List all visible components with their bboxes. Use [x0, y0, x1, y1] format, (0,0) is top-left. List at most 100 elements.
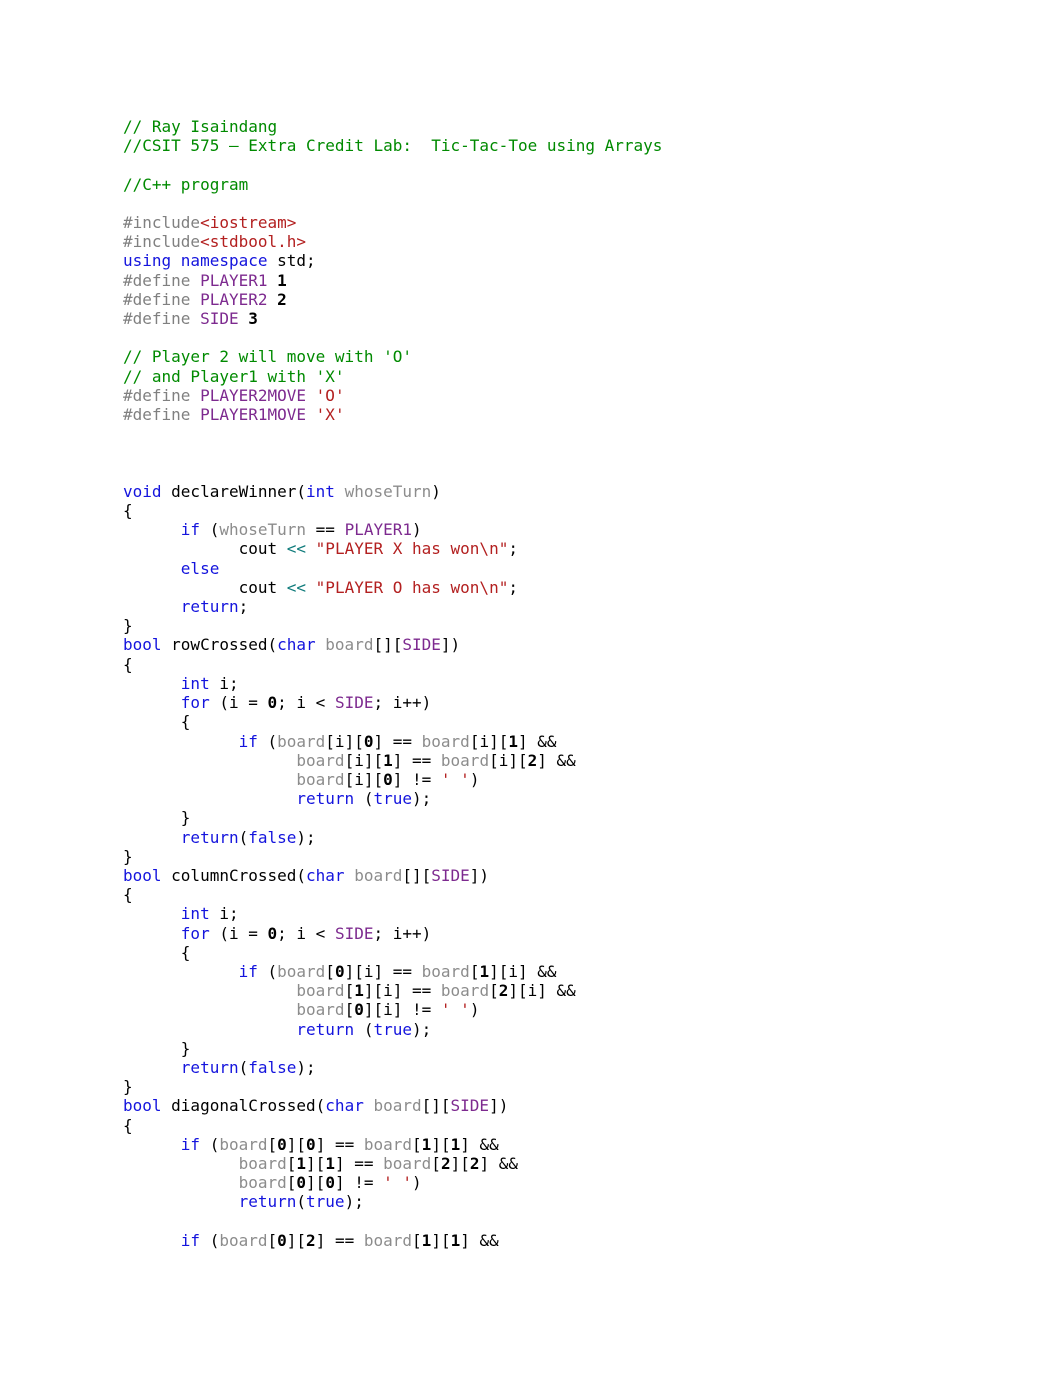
- code-line: int i;: [123, 674, 1023, 693]
- code-token-pun: [i][: [344, 769, 384, 789]
- code-token-pun: }: [123, 1077, 133, 1097]
- code-token-pun: ][i] ==: [344, 961, 422, 981]
- code-token-num: 3: [248, 309, 258, 329]
- code-line: #include<stdbool.h>: [123, 232, 1023, 251]
- code-token-kw: true: [373, 789, 412, 809]
- code-token-num: 0: [306, 1134, 316, 1154]
- code-token-id: board: [296, 769, 345, 789]
- document-page: // Ray Isaindang//CSIT 575 – Extra Credi…: [0, 0, 1062, 1377]
- code-token-num: 2: [277, 289, 287, 309]
- code-token-pun: (: [354, 789, 374, 809]
- code-token-str: ' ': [383, 1173, 413, 1193]
- code-token-pun: [][: [373, 635, 403, 655]
- code-line: {: [123, 655, 1023, 674]
- code-token-pun: (: [200, 1134, 220, 1154]
- code-token-pun: ==: [306, 520, 345, 540]
- code-token-pun: ] &&: [460, 1134, 499, 1154]
- code-line: // Player 2 will move with 'O': [123, 347, 1023, 366]
- code-token-id: board: [315, 635, 374, 655]
- code-token-pun: (: [257, 961, 278, 981]
- code-token-pun: [123, 1020, 296, 1039]
- code-line: return;: [123, 597, 1023, 616]
- code-line: using namespace std;: [123, 251, 1023, 270]
- code-line: if (board[0][2] == board[1][1] &&: [123, 1231, 1023, 1250]
- code-token-id: board: [296, 750, 345, 770]
- code-token-pun: [123, 1192, 239, 1211]
- code-token-pun: [123, 1135, 181, 1154]
- code-token-pun: ] &&: [460, 1230, 499, 1250]
- code-token-pun: [123, 789, 296, 808]
- code-line: return(false);: [123, 1058, 1023, 1077]
- code-line: {: [123, 712, 1023, 731]
- code-token-id: whoseTurn: [334, 481, 432, 501]
- code-token-mac: SIDE: [334, 693, 374, 713]
- code-token-pun: ] !=: [392, 769, 441, 789]
- code-token-pun: ][: [306, 1153, 326, 1173]
- code-token-pun: );: [296, 1057, 316, 1077]
- code-token-id: whoseTurn: [219, 520, 307, 540]
- code-token-pun: ] &&: [517, 731, 557, 751]
- code-token-id: board: [440, 750, 490, 770]
- code-line: }: [123, 616, 1023, 635]
- code-token-kw: return: [238, 1192, 297, 1212]
- code-line: #include<iostream>: [123, 213, 1023, 232]
- code-token-pun: (i =: [209, 923, 268, 943]
- code-token-num: 0: [267, 923, 278, 943]
- code-token-fn: rowCrossed(: [161, 635, 278, 655]
- code-token-pun: [: [344, 1000, 355, 1020]
- code-token-num: 1: [479, 961, 490, 981]
- code-token-pun: [123, 962, 239, 981]
- code-token-pun: [268, 290, 278, 309]
- code-line: else: [123, 559, 1023, 578]
- code-token-pun: [306, 539, 316, 558]
- code-token-kw: using namespace: [123, 251, 268, 271]
- code-line: bool columnCrossed(char board[][SIDE]): [123, 866, 1023, 885]
- code-token-hdr: <stdbool.h>: [200, 232, 307, 252]
- code-token-num: 0: [383, 769, 393, 789]
- code-token-pun: ][: [431, 1134, 451, 1154]
- code-line: return (true);: [123, 1020, 1023, 1039]
- code-token-pun: [123, 924, 181, 943]
- code-token-pun: [][: [421, 1096, 451, 1116]
- code-token-pun: ): [469, 1000, 480, 1020]
- code-line: board[1][i] == board[2][i] &&: [123, 981, 1023, 1000]
- code-token-str: 'O': [315, 385, 345, 405]
- code-token-kw: if: [238, 961, 258, 981]
- code-token-num: 1: [325, 1153, 335, 1173]
- code-token-str: 'X': [315, 405, 345, 425]
- code-token-kw: return: [180, 1057, 239, 1077]
- code-token-pun: i;: [209, 904, 239, 924]
- code-line: return(false);: [123, 828, 1023, 847]
- code-line: #define PLAYER1MOVE 'X': [123, 405, 1023, 424]
- code-token-pun: );: [296, 827, 316, 847]
- code-token-pun: [123, 732, 239, 751]
- code-token-pun: ; i <: [277, 923, 335, 943]
- code-token-pun: ][: [431, 1230, 451, 1250]
- code-token-kw: false: [248, 827, 297, 847]
- code-token-pre: #define: [123, 385, 201, 405]
- code-token-pun: [123, 597, 181, 616]
- code-token-pun: (: [296, 1192, 307, 1212]
- code-line: cout << "PLAYER O has won\n";: [123, 578, 1023, 597]
- code-token-id: board: [277, 731, 326, 751]
- code-token-fn: declareWinner(: [161, 481, 307, 501]
- code-token-str: ' ': [440, 769, 470, 789]
- code-token-pun: [268, 271, 278, 290]
- code-token-kw: if: [238, 731, 258, 751]
- code-token-pun: ;: [238, 597, 249, 617]
- code-token-pun: [123, 674, 181, 693]
- code-token-kw: return: [180, 597, 239, 617]
- code-token-pun: [123, 693, 181, 712]
- code-token-mac: PLAYER2MOVE: [200, 385, 307, 405]
- code-line: #define PLAYER2 2: [123, 290, 1023, 309]
- code-token-num: 0: [277, 1230, 287, 1250]
- code-token-pun: [123, 981, 296, 1000]
- code-token-num: 0: [267, 693, 278, 713]
- code-token-mac: PLAYER1: [200, 270, 268, 290]
- code-token-pun: [i][: [344, 750, 384, 770]
- code-token-pun: [: [267, 1134, 278, 1154]
- code-token-pun: [i][: [325, 731, 364, 751]
- code-token-pun: [123, 770, 296, 789]
- code-token-id: board: [344, 865, 403, 885]
